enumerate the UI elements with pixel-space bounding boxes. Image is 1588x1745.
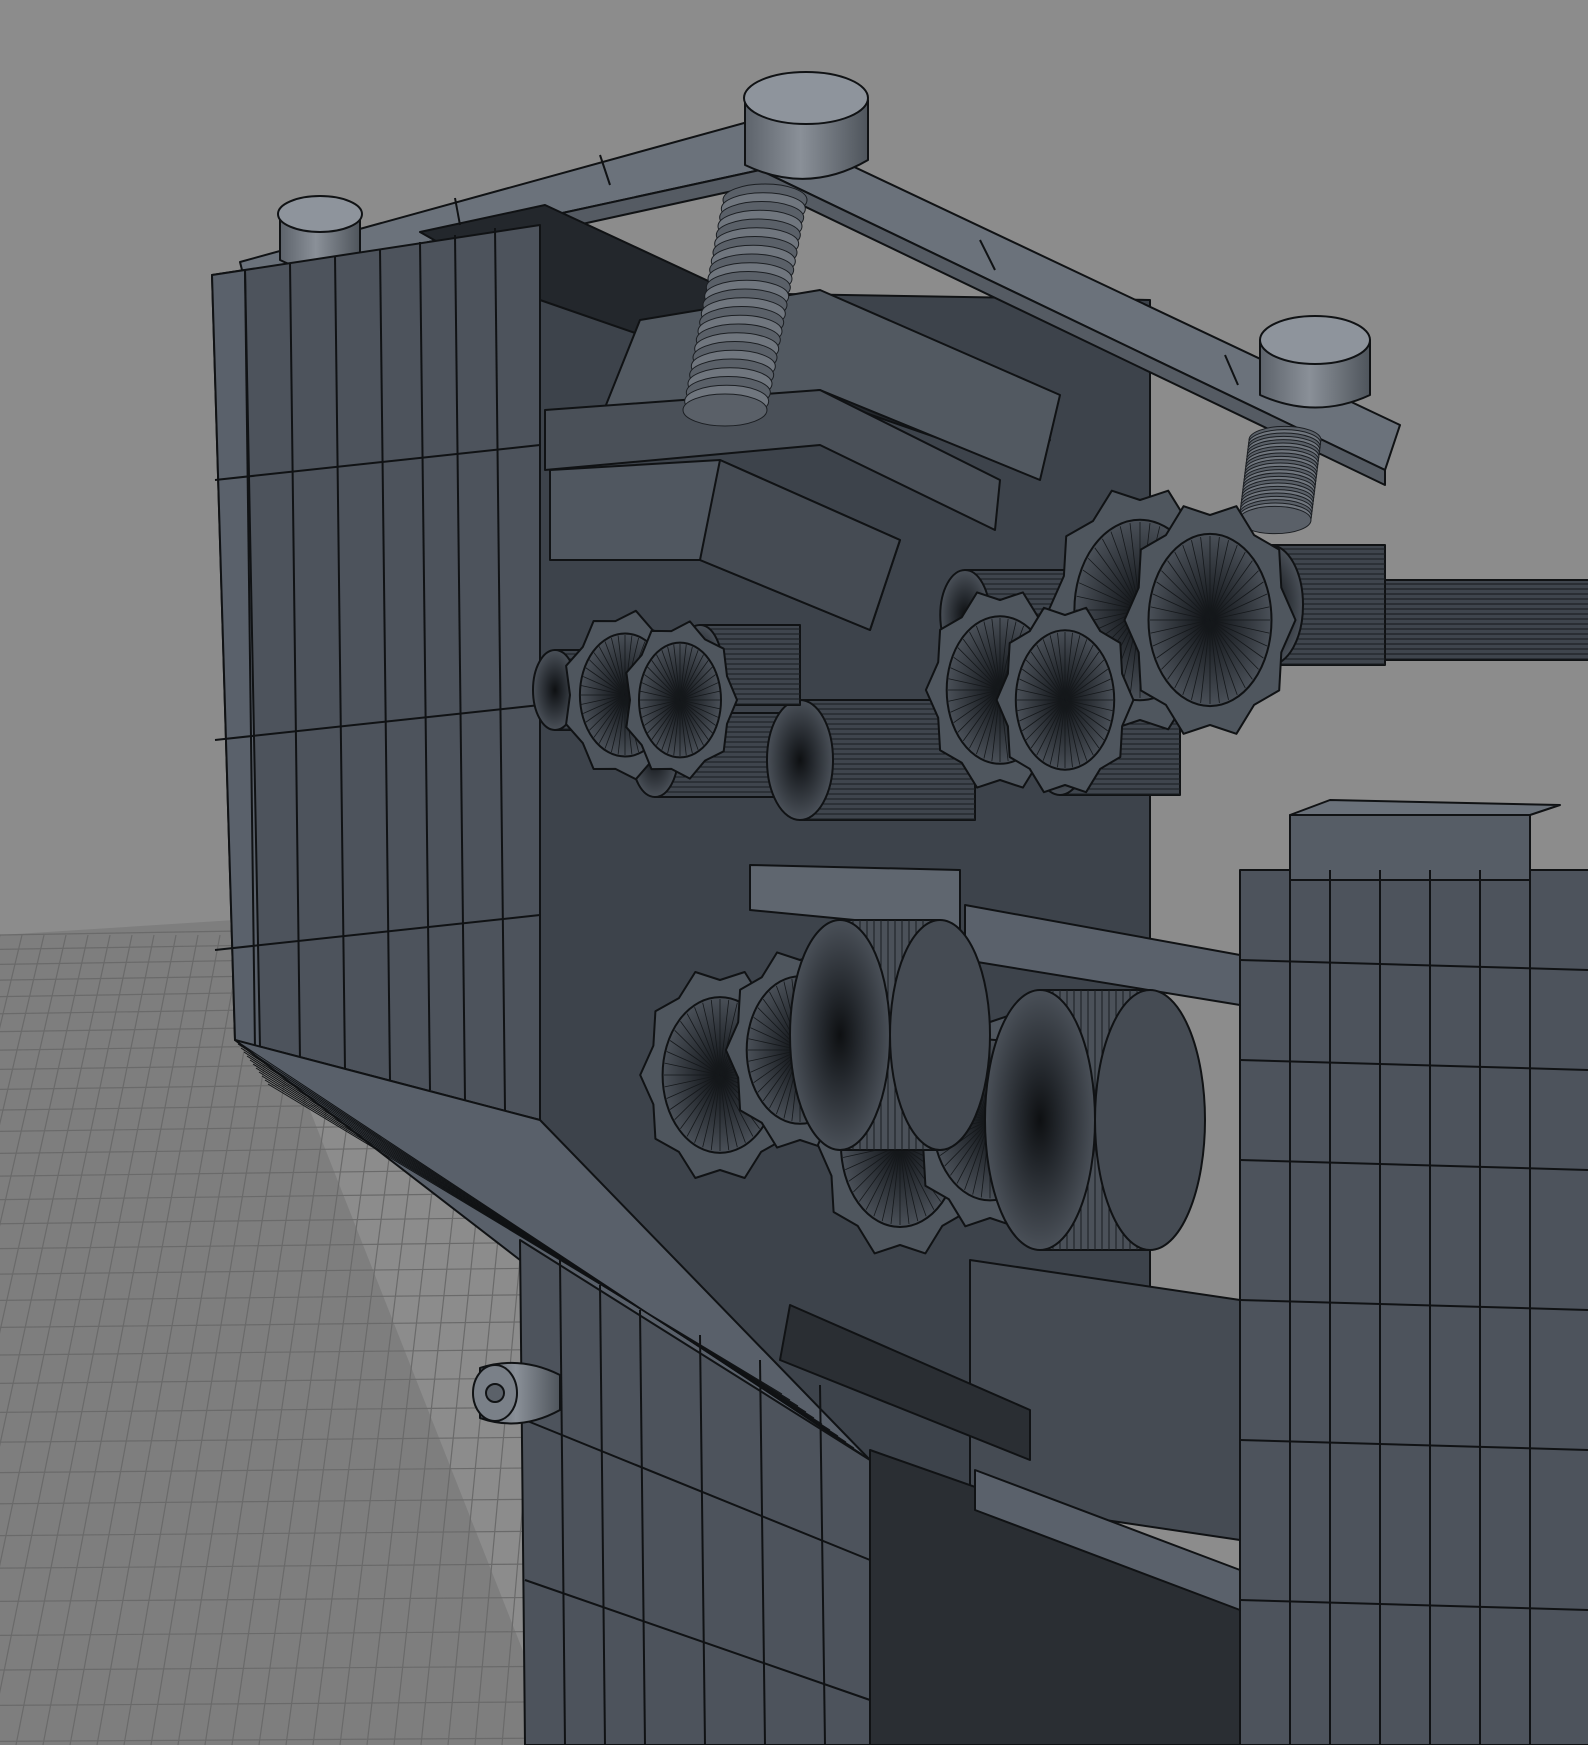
knob-icon[interactable] (743, 71, 869, 180)
screw-icon (1238, 425, 1322, 535)
3d-viewport[interactable] (0, 0, 1588, 1745)
viewport-canvas[interactable] (0, 0, 1588, 1745)
right-shaft (1379, 579, 1588, 661)
knob-icon[interactable] (472, 1361, 561, 1425)
knob-icon[interactable] (1259, 315, 1371, 409)
right-block (1239, 799, 1588, 1745)
left-column (211, 224, 541, 1121)
